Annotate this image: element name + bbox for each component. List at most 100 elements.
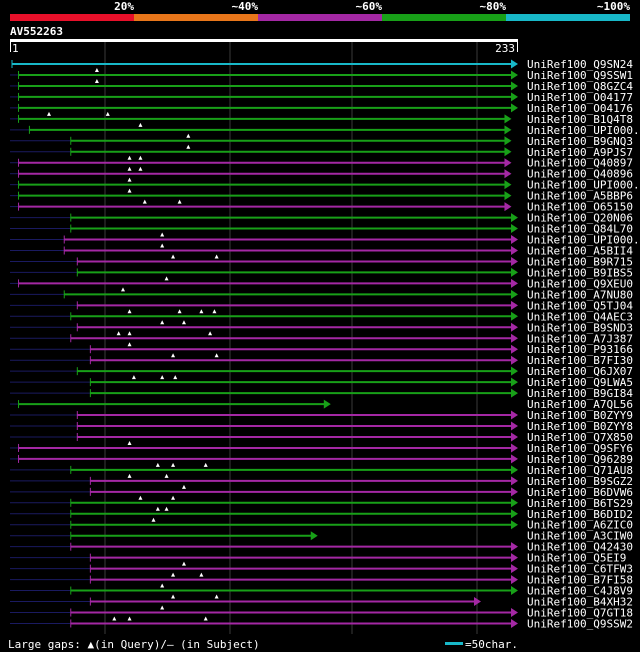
query-gap-marker xyxy=(212,309,217,314)
hit-end-arrow xyxy=(511,333,518,343)
hit-end-arrow xyxy=(511,235,518,245)
query-gap-marker xyxy=(138,495,143,500)
query-gap-marker xyxy=(173,375,178,380)
hit-end-arrow xyxy=(511,509,518,519)
scale-label-20: 20% xyxy=(114,0,134,13)
query-gap-marker xyxy=(142,199,147,204)
legend-gaps-text: Large gaps: ▲(in Query)/— (in Subject) xyxy=(8,638,260,651)
hit-end-arrow xyxy=(511,311,518,321)
query-gap-marker xyxy=(160,232,165,237)
legend: Large gaps: ▲(in Query)/— (in Subject) =… xyxy=(8,638,518,651)
query-gap-marker xyxy=(121,287,126,292)
query-gap-marker xyxy=(105,111,110,116)
hit-end-arrow xyxy=(511,465,518,475)
query-gap-marker xyxy=(186,144,191,149)
query-gap-marker xyxy=(131,375,136,380)
hit-end-arrow xyxy=(511,476,518,486)
query-gap-marker xyxy=(164,276,169,281)
query-gap-marker xyxy=(160,320,165,325)
query-gap-marker xyxy=(203,462,208,467)
hit-end-arrow xyxy=(511,553,518,563)
query-gap-marker xyxy=(127,166,132,171)
query-gap-marker xyxy=(138,155,143,160)
query-gap-marker xyxy=(164,473,169,478)
hit-end-arrow xyxy=(511,59,518,69)
query-gap-marker xyxy=(94,67,99,72)
hit-end-arrow xyxy=(511,256,518,266)
alignment-chart: 20% ~40% ~60% ~80% ~100% AV552263 1 233 … xyxy=(8,0,640,651)
ruler-start-label: 1 xyxy=(12,42,19,55)
hit-end-arrow xyxy=(511,432,518,442)
hit-end-arrow xyxy=(504,147,512,157)
query-gap-marker xyxy=(214,594,219,599)
hit-end-arrow xyxy=(511,410,518,420)
query-gap-marker xyxy=(127,473,132,478)
query-gap-marker xyxy=(199,309,204,314)
hit-end-arrow xyxy=(511,278,518,288)
hit-end-arrow xyxy=(511,224,518,234)
query-gap-marker xyxy=(127,331,132,336)
query-gap-marker xyxy=(181,484,186,489)
query-gap-marker xyxy=(171,572,176,577)
query-gap-marker xyxy=(127,616,132,621)
query-gap-marker xyxy=(171,462,176,467)
hit-end-arrow xyxy=(511,487,518,497)
scale-seg-100 xyxy=(506,14,630,21)
query-gap-marker xyxy=(127,342,132,347)
hit-end-arrow xyxy=(511,608,518,617)
query-gap-marker xyxy=(171,353,176,358)
scale-label-60: ~60% xyxy=(356,0,383,13)
legend-scale-text: =50char. xyxy=(465,638,518,651)
ruler-tick-end xyxy=(517,42,518,52)
hit-end-arrow xyxy=(511,366,518,376)
hit-end-arrow xyxy=(504,158,512,168)
query-gap-marker xyxy=(171,594,176,599)
hit-end-arrow xyxy=(504,180,512,190)
query-gap-marker xyxy=(171,495,176,500)
query-ruler: 1 233 xyxy=(10,39,518,55)
hit-end-arrow xyxy=(504,114,512,124)
hit-end-arrow xyxy=(323,399,331,409)
scale-seg-80 xyxy=(382,14,506,21)
scale-label-80: ~80% xyxy=(480,0,507,13)
query-gap-marker xyxy=(160,375,165,380)
query-gap-marker xyxy=(160,605,165,610)
query-gap-marker xyxy=(171,254,176,259)
query-gap-marker xyxy=(138,166,143,171)
scale-seg-60 xyxy=(258,14,382,21)
query-gap-marker xyxy=(138,122,143,127)
hit-end-arrow xyxy=(511,520,518,530)
hit-end-arrow xyxy=(504,191,512,201)
query-gap-marker xyxy=(164,506,169,511)
hit-end-arrow xyxy=(511,618,518,628)
query-gap-marker xyxy=(177,309,182,314)
hit-label: UniRef100_Q9SSW2 xyxy=(527,617,633,630)
hit-end-arrow xyxy=(511,322,518,332)
hit-end-arrow xyxy=(511,586,518,596)
hit-end-arrow xyxy=(511,70,518,80)
hit-end-arrow xyxy=(511,564,518,574)
query-gap-marker xyxy=(127,155,132,160)
query-gap-marker xyxy=(160,243,165,248)
hit-end-arrow xyxy=(511,388,518,398)
query-gap-marker xyxy=(151,517,156,522)
hit-end-arrow xyxy=(310,531,318,541)
ruler-tick-start xyxy=(10,42,11,52)
query-gap-marker xyxy=(160,583,165,588)
hit-end-arrow xyxy=(504,202,512,212)
query-gap-marker xyxy=(112,616,117,621)
query-gap-marker xyxy=(127,177,132,182)
legend-scale-swatch xyxy=(445,642,463,645)
query-gap-marker xyxy=(181,320,186,325)
scale-label-100: ~100% xyxy=(597,0,630,13)
query-gap-marker xyxy=(127,188,132,193)
query-gap-marker xyxy=(127,309,132,314)
query-id: AV552263 xyxy=(10,25,63,38)
query-gap-marker xyxy=(181,561,186,566)
hit-end-arrow xyxy=(511,377,518,387)
hit-end-arrow xyxy=(511,92,518,102)
query-gap-marker xyxy=(127,440,132,445)
hit-end-arrow xyxy=(511,245,518,255)
hit-end-arrow xyxy=(511,575,518,585)
hit-end-arrow xyxy=(511,421,518,431)
